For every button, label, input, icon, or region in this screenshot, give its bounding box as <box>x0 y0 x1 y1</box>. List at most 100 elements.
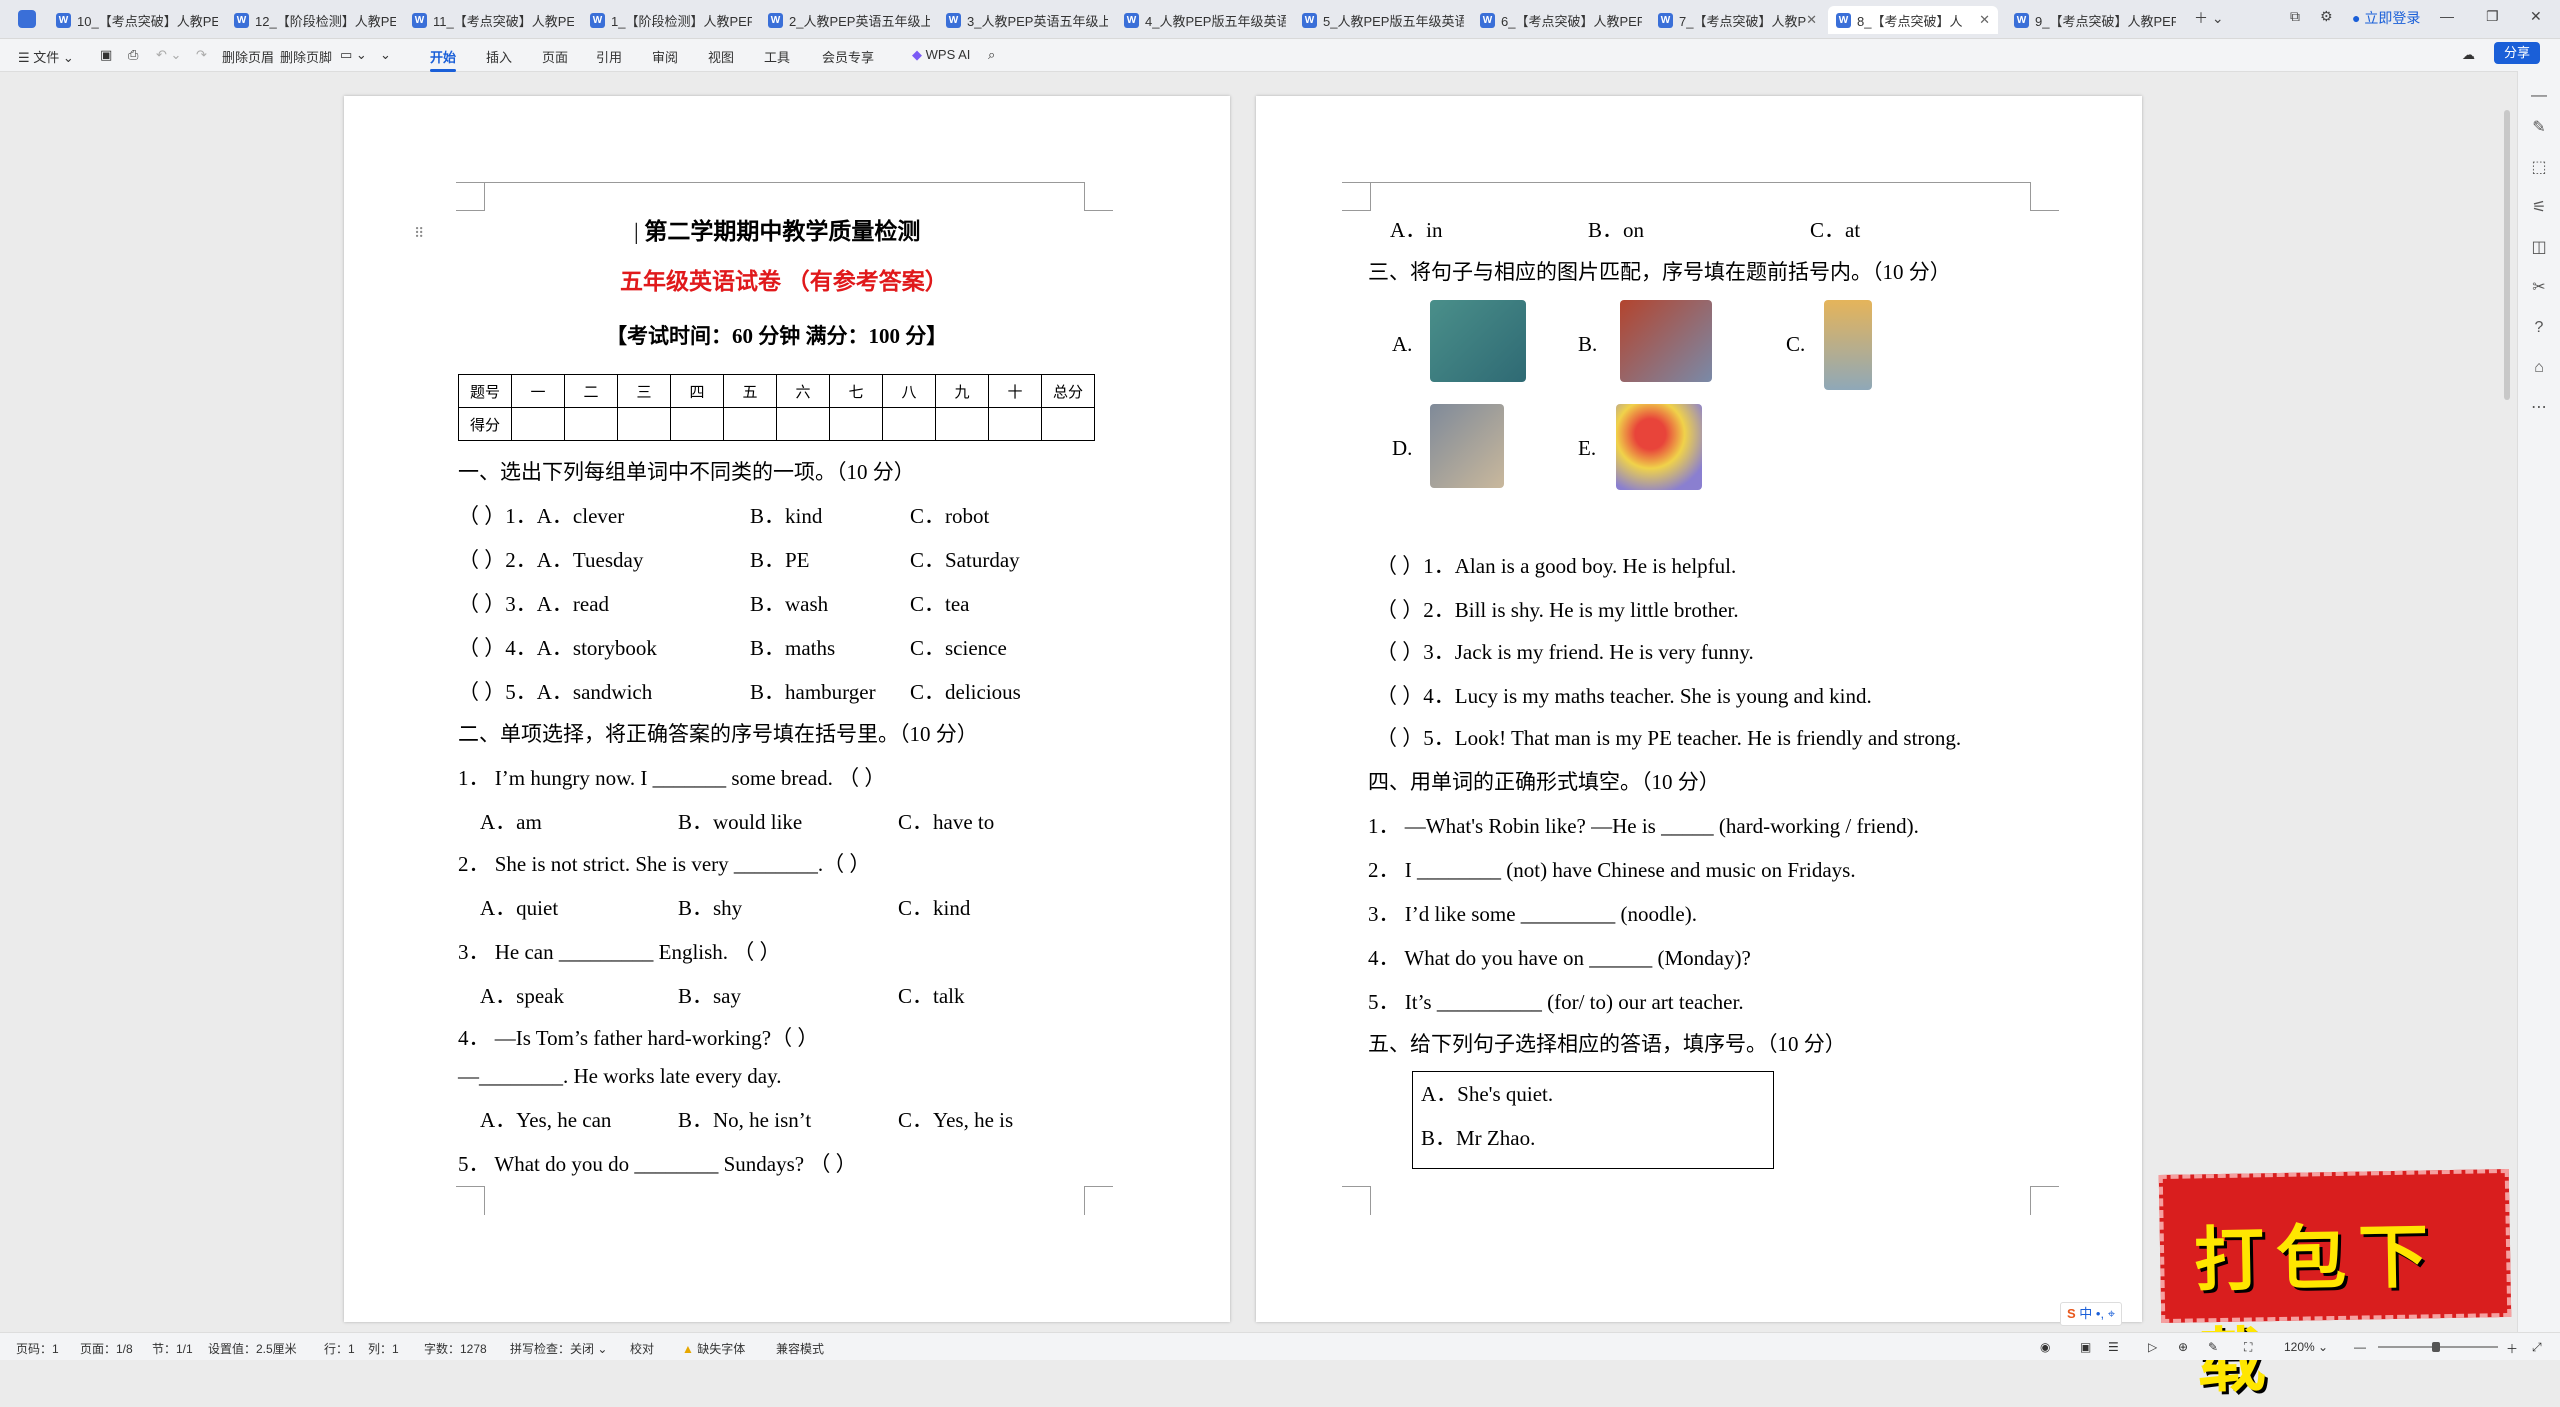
table-cell[interactable] <box>882 407 936 441</box>
pen-icon[interactable]: ✎ <box>2530 119 2548 137</box>
zoom-level[interactable]: 120% ⌄ <box>2284 1340 2328 1354</box>
redo-icon[interactable]: ↷ <box>196 47 207 63</box>
adjust-icon[interactable]: ⚟ <box>2530 199 2548 217</box>
menu-review[interactable]: 审阅 <box>652 47 678 66</box>
select-icon[interactable]: ⬚ <box>2530 159 2548 177</box>
status-missing-font[interactable]: ▲ 缺失字体 <box>682 1340 745 1357</box>
download-badge[interactable]: 打包下载 <box>2158 1168 2512 1402</box>
delete-footer-button[interactable]: 删除页脚 <box>280 47 332 66</box>
question-line: （ ）2．A．Tuesday <box>458 548 644 572</box>
more-icon[interactable]: ⌄ <box>380 47 391 63</box>
document-page-2[interactable]: A．in B．on C．at 三、将句子与相应的图片匹配，序号填在题前括号内。（… <box>1256 96 2142 1322</box>
doc-tab[interactable]: W 2_人教PEP英语五年级上 <box>760 6 930 34</box>
page-view-icon[interactable]: ▣ <box>2080 1340 2091 1354</box>
status-words[interactable]: 字数：1278 <box>424 1340 487 1357</box>
table-cell[interactable] <box>670 407 724 441</box>
wps-app-icon[interactable] <box>18 10 36 28</box>
doc-tab[interactable]: W 6_【考点突破】人教PEP <box>1472 6 1642 34</box>
fullscreen-icon[interactable]: ⤢ <box>2532 1340 2542 1355</box>
status-compat[interactable]: 兼容模式 <box>776 1340 824 1357</box>
doc-tab[interactable]: W 11_【考点突破】人教PEP <box>404 6 574 34</box>
menu-insert[interactable]: 插入 <box>486 47 512 66</box>
status-col[interactable]: 列：1 <box>368 1340 399 1357</box>
save-icon[interactable]: ▣ <box>100 47 112 63</box>
wps-ai-icon: ◆ <box>912 47 922 62</box>
login-link[interactable]: ● 立即登录 <box>2352 8 2420 28</box>
menu-reference[interactable]: 引用 <box>596 47 622 66</box>
help-icon[interactable]: ? <box>2530 319 2548 337</box>
vertical-scrollbar[interactable] <box>2504 110 2510 400</box>
question-line: 1． —What's Robin like? —He is _____ (har… <box>1368 814 1919 838</box>
skin-icon[interactable]: ⚙ <box>2320 8 2333 25</box>
collapse-icon[interactable]: — <box>2530 87 2548 105</box>
delete-header-button[interactable]: 删除页眉 <box>222 47 274 66</box>
doc-tab[interactable]: W 3_人教PEP英语五年级上 <box>938 6 1108 34</box>
outline-view-icon[interactable]: ☰ <box>2108 1340 2119 1354</box>
menu-tools[interactable]: 工具 <box>764 47 790 66</box>
doc-tab[interactable]: W 5_人教PEP版五年级英语 <box>1294 6 1464 34</box>
menu-view[interactable]: 视图 <box>708 47 734 66</box>
eye-icon[interactable]: ◉ <box>2040 1340 2050 1354</box>
ime-indicator[interactable]: S 中 •, ⌖ <box>2060 1302 2123 1326</box>
document-page-1[interactable]: ⠿ | 第二学期期中教学质量检测 五年级英语试卷 （有参考答案） 【考试时间：6… <box>344 96 1230 1322</box>
drag-handle-icon[interactable]: ⠿ <box>414 226 424 243</box>
doc-tab-active[interactable]: W 8_【考点突破】人 ✕ <box>1828 6 1998 34</box>
wps-ai-button[interactable]: ◆ WPS AI <box>912 47 970 63</box>
table-cell[interactable] <box>1041 407 1095 441</box>
option: B．say <box>678 984 741 1008</box>
window-mode-icon[interactable]: ⧉ <box>2290 8 2300 25</box>
status-section[interactable]: 节：1/1 <box>152 1340 193 1357</box>
table-cell[interactable] <box>617 407 671 441</box>
zoom-slider-handle[interactable] <box>2432 1342 2440 1352</box>
status-setting[interactable]: 设置值：2.5厘米 <box>208 1340 297 1357</box>
table-cell[interactable] <box>723 407 777 441</box>
cloud-icon[interactable]: ☁ <box>2462 47 2475 63</box>
maximize-icon[interactable]: ❐ <box>2486 8 2499 25</box>
question-line: 2． She is not strict. She is very ______… <box>458 852 871 876</box>
doc-tab[interactable]: W 12_【阶段检测】人教PEP <box>226 6 396 34</box>
edit-view-icon[interactable]: ✎ <box>2208 1340 2218 1354</box>
play-icon[interactable]: ▷ <box>2148 1340 2157 1354</box>
doc-tab[interactable]: W 7_【考点突破】人教P ✕ <box>1650 6 1820 34</box>
status-page[interactable]: 页码：1 <box>16 1340 59 1357</box>
print-icon[interactable]: ⎙ <box>128 47 138 63</box>
status-spellcheck[interactable]: 拼写检查：关闭 ⌄ <box>510 1340 607 1357</box>
table-cell[interactable] <box>829 407 883 441</box>
menu-page[interactable]: 页面 <box>542 47 568 66</box>
table-cell[interactable] <box>511 407 565 441</box>
tools-icon[interactable]: ✂ <box>2530 279 2548 297</box>
status-row[interactable]: 行：1 <box>324 1340 355 1357</box>
close-tab-icon[interactable]: ✕ <box>1979 12 1990 28</box>
search-icon[interactable]: ⌕ <box>988 47 995 63</box>
shape-icon[interactable]: ◫ <box>2530 239 2548 257</box>
share-button[interactable]: 分享 <box>2494 42 2540 64</box>
question-line: （ ）2．Bill is shy. He is my little brothe… <box>1376 598 1739 622</box>
question-line: （ ）1．A．clever <box>458 504 625 528</box>
doc-tab[interactable]: W 10_【考点突破】人教PEP <box>48 6 218 34</box>
table-cell[interactable] <box>564 407 618 441</box>
table-cell[interactable] <box>776 407 830 441</box>
format-icon[interactable]: ▭ ⌄ <box>340 47 367 63</box>
table-cell[interactable] <box>935 407 989 441</box>
doc-tab[interactable]: W 9_【考点突破】人教PEP <box>2006 6 2176 34</box>
question-line: —________. He works late every day. <box>458 1064 782 1088</box>
table-cell[interactable] <box>988 407 1042 441</box>
zoom-out-icon[interactable]: — <box>2354 1340 2366 1354</box>
web-view-icon[interactable]: ⊕ <box>2178 1340 2188 1354</box>
zoom-in-icon[interactable]: ＋ <box>2506 1340 2518 1357</box>
more-icon[interactable]: ⋯ <box>2530 399 2548 417</box>
status-pages[interactable]: 页面：1/8 <box>80 1340 133 1357</box>
hanger-icon[interactable]: ⌂ <box>2530 359 2548 377</box>
fit-width-icon[interactable]: ⛶ <box>2244 1340 2252 1355</box>
doc-tab[interactable]: W 1_【阶段检测】人教PEP <box>582 6 752 34</box>
minimize-icon[interactable]: — <box>2440 8 2454 24</box>
close-tab-icon[interactable]: ✕ <box>1806 12 1817 28</box>
file-menu[interactable]: ☰ 文件 ⌄ <box>18 47 74 66</box>
status-proof[interactable]: 校对 <box>630 1340 654 1357</box>
undo-icon[interactable]: ↶ ⌄ <box>156 47 181 63</box>
menu-home[interactable]: 开始 <box>430 47 457 72</box>
close-window-icon[interactable]: ✕ <box>2530 8 2542 25</box>
menu-member[interactable]: 会员专享 <box>822 47 874 66</box>
doc-tab[interactable]: W 4_人教PEP版五年级英语 <box>1116 6 1286 34</box>
new-tab-icon[interactable]: ＋ ⌄ <box>2194 8 2224 28</box>
